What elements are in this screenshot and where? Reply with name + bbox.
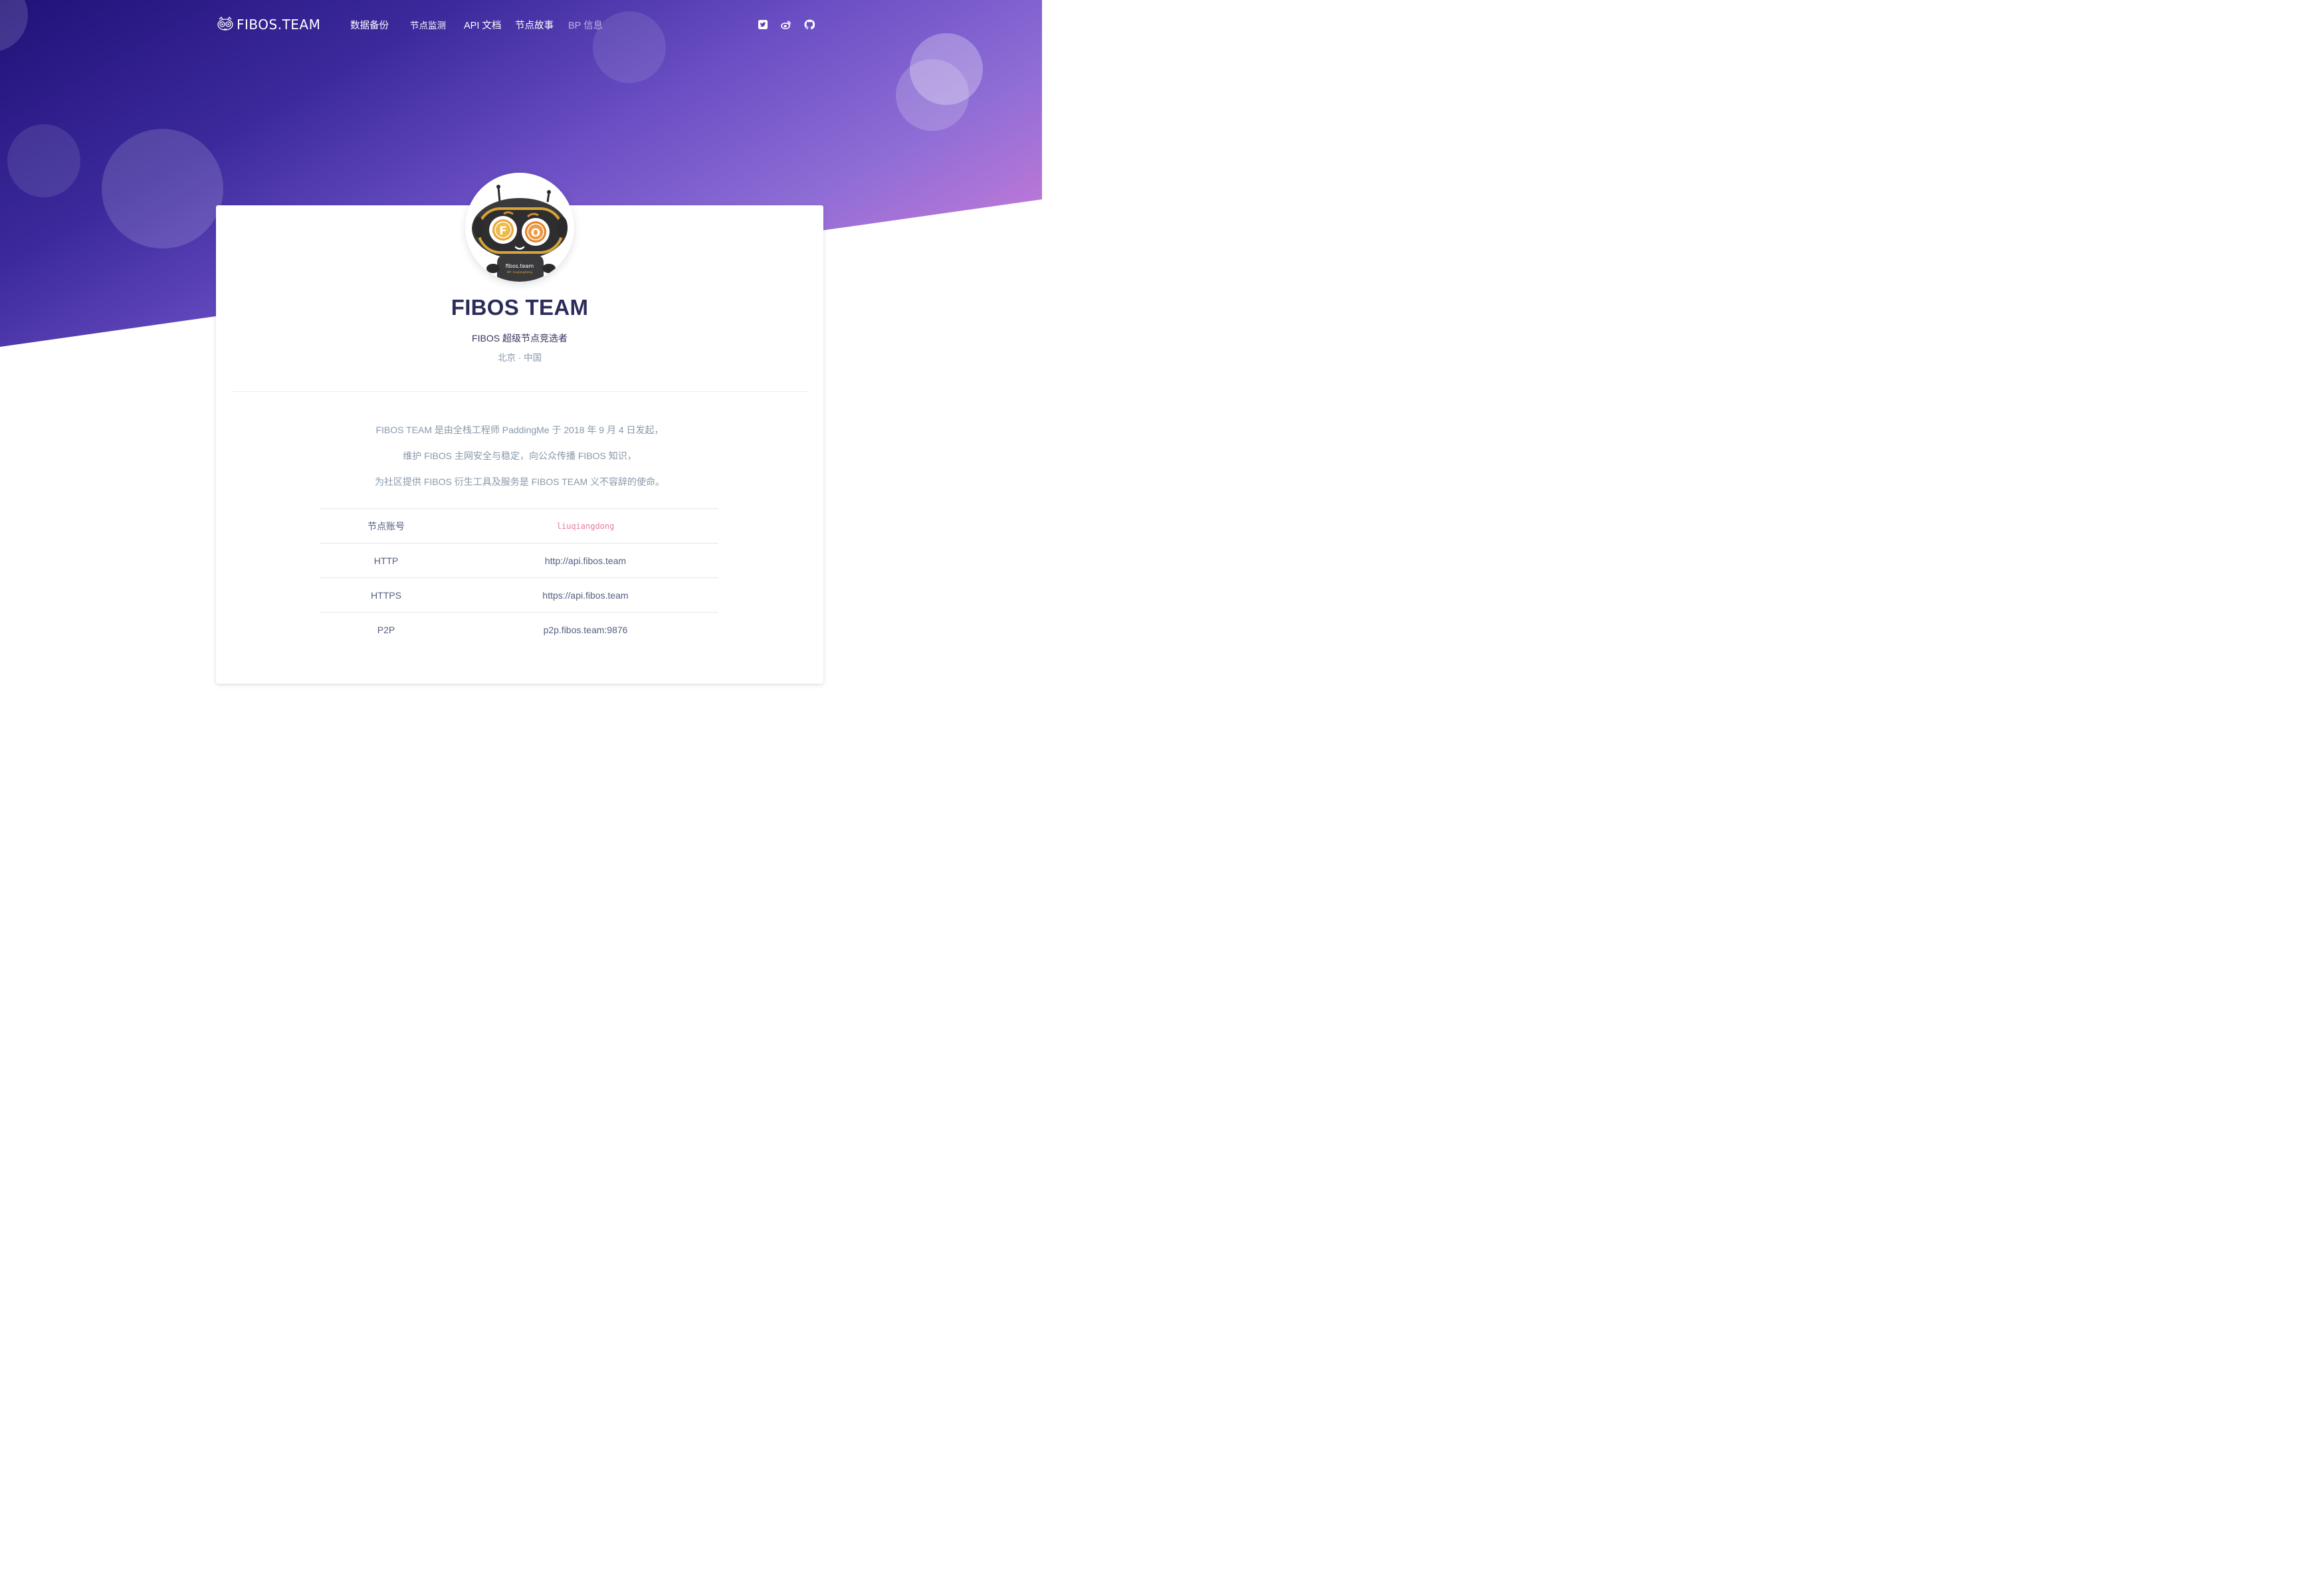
nav-item-data-backup[interactable]: 数据备份 bbox=[350, 18, 389, 32]
nav-item-api-docs[interactable]: API 文档 bbox=[464, 18, 501, 32]
table-row: P2P p2p.fibos.team:9876 bbox=[320, 612, 718, 647]
coin-right-text: O bbox=[531, 227, 540, 240]
table-row: HTTPS https://api.fibos.team bbox=[320, 577, 718, 613]
row-key: P2P bbox=[320, 612, 453, 647]
weibo-icon[interactable] bbox=[781, 19, 791, 30]
decorative-circle bbox=[102, 129, 223, 249]
description-line: 为社区提供 FIBOS 衍生工具及服务是 FIBOS TEAM 义不容辞的使命。 bbox=[374, 476, 665, 487]
avatar: F O fibos.team BP: liuqiangdong bbox=[465, 173, 574, 282]
table-row: HTTP http://api.fibos.team bbox=[320, 543, 718, 578]
avatar-label: fibos.team bbox=[506, 263, 534, 269]
top-navbar: FIBOS.TEAM 数据备份 节点监测 API 文档 节点故事 BP 信息 bbox=[0, 0, 1042, 50]
nav-item-node-story[interactable]: 节点故事 bbox=[515, 18, 554, 32]
description-line: FIBOS TEAM 是由全栈工程师 PaddingMe 于 2018 年 9 … bbox=[375, 425, 664, 435]
subtitle: FIBOS 超级节点竞选者 bbox=[472, 333, 568, 344]
description-line: 维护 FIBOS 主网安全与稳定，向公众传播 FIBOS 知识， bbox=[403, 450, 637, 461]
twitter-icon[interactable] bbox=[758, 19, 768, 30]
coin-left-text: F bbox=[499, 225, 507, 238]
nav-item-node-monitor[interactable]: 节点监测 bbox=[410, 18, 446, 31]
row-value-http: http://api.fibos.team bbox=[453, 543, 718, 578]
avatar-sublabel: BP: liuqiangdong bbox=[507, 270, 532, 274]
row-key: 节点账号 bbox=[320, 508, 453, 544]
decorative-circle bbox=[7, 124, 80, 197]
row-value-https: https://api.fibos.team bbox=[453, 577, 718, 613]
row-key: HTTPS bbox=[320, 577, 453, 613]
brand-logo[interactable]: FIBOS.TEAM bbox=[217, 15, 320, 35]
divider bbox=[231, 391, 808, 392]
robot-mascot-icon: F O fibos.team BP: liuqiangdong bbox=[465, 173, 574, 282]
table-row: 节点账号 liuqiangdong bbox=[320, 508, 718, 544]
location: 北京 · 中国 bbox=[498, 353, 542, 363]
row-value-p2p: p2p.fibos.team:9876 bbox=[453, 612, 718, 647]
github-icon[interactable] bbox=[804, 19, 815, 30]
owl-logo-icon bbox=[217, 17, 233, 31]
row-key: HTTP bbox=[320, 543, 453, 578]
page-title: FIBOS TEAM bbox=[451, 295, 589, 320]
page: FIBOS.TEAM 数据备份 节点监测 API 文档 节点故事 BP 信息 F… bbox=[0, 0, 1042, 717]
nav-item-bp-info[interactable]: BP 信息 bbox=[568, 18, 603, 32]
bp-info-table: 节点账号 liuqiangdong HTTP http://api.fibos.… bbox=[320, 508, 718, 647]
row-value-account: liuqiangdong bbox=[453, 508, 718, 544]
brand-name: FIBOS.TEAM bbox=[237, 17, 321, 33]
